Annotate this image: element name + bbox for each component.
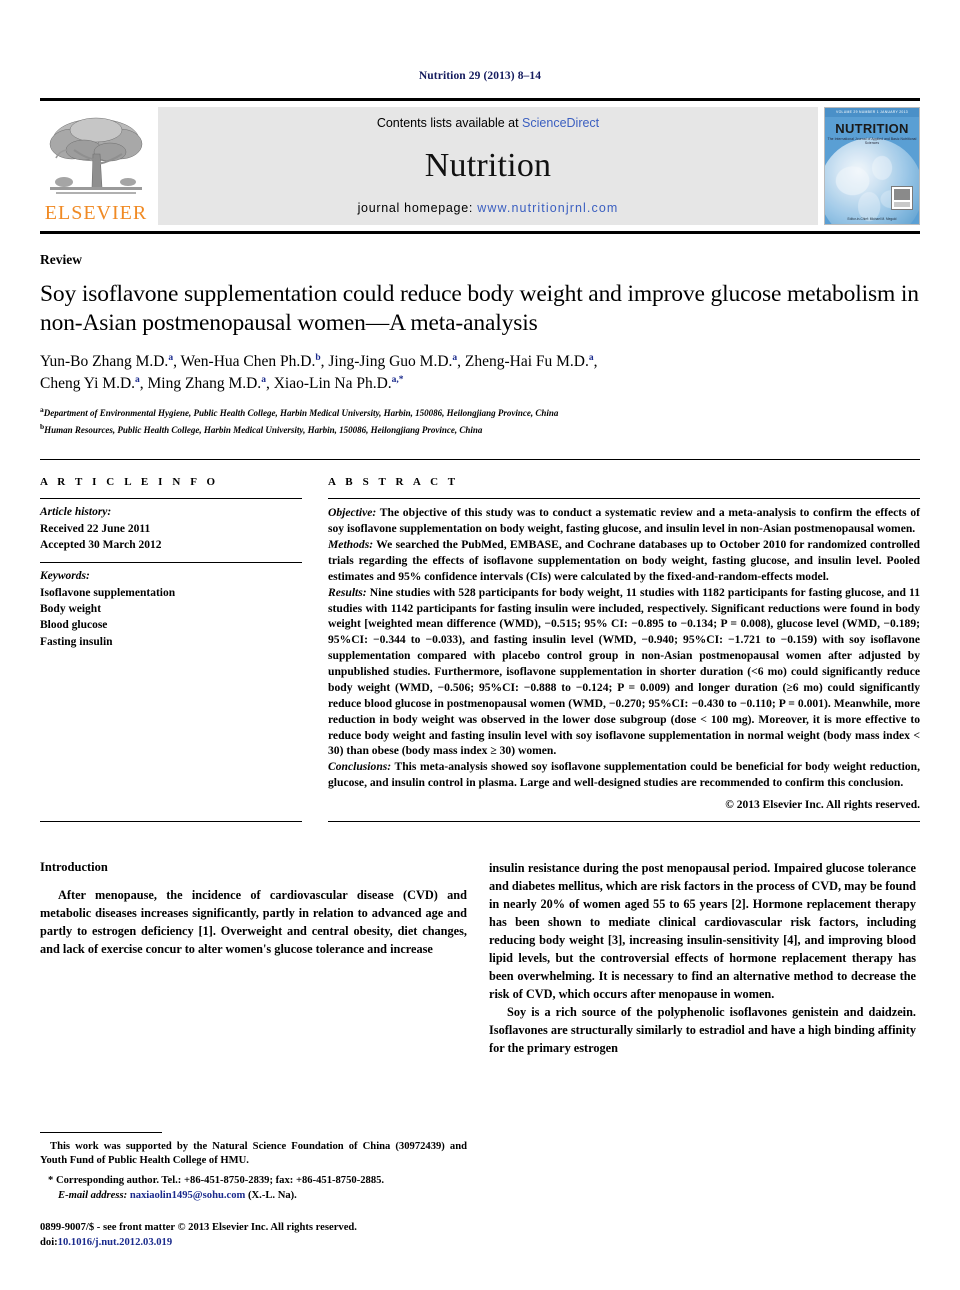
abstract-conclusions-text: This meta-analysis showed soy isoflavone…	[328, 760, 920, 790]
introduction-paragraph-right-1: insulin resistance during the post menop…	[489, 861, 916, 1001]
introduction-paragraph-right-2: Soy is a rich source of the polyphenolic…	[489, 1004, 916, 1055]
article-received-date: Received 22 June 2011	[40, 522, 151, 535]
abstract-conclusions-label: Conclusions:	[328, 760, 392, 774]
keyword-item: Fasting insulin	[40, 635, 113, 648]
journal-masthead: ELSEVIER Contents lists available at Sci…	[40, 98, 920, 234]
band-rule-left	[40, 821, 302, 823]
abstract-methods-text: We searched the PubMed, EMBASE, and Coch…	[328, 538, 920, 583]
band-bottom-rules	[40, 821, 920, 823]
footnote-divider	[40, 1131, 162, 1133]
email-link[interactable]: naxiaolin1495@sohu.com	[130, 1190, 246, 1201]
keywords-label: Keywords:	[40, 570, 90, 583]
contents-prefix: Contents lists available at	[376, 116, 523, 130]
abstract-results-label: Results:	[328, 585, 367, 599]
abstract-results-text: Nine studies with 528 participants for b…	[328, 585, 920, 758]
issn-front-matter: 0899-9007/$ - see front matter © 2013 El…	[40, 1221, 357, 1233]
issn-doi-block: 0899-9007/$ - see front matter © 2013 El…	[40, 1220, 467, 1250]
journal-cover-thumbnail: VOLUME 29 NUMBER 1 JANUARY 2013 NUTRITIO…	[824, 107, 920, 225]
elsevier-logo: ELSEVIER	[40, 107, 152, 225]
abstract-methods-label: Methods:	[328, 538, 374, 552]
homepage-prefix: journal homepage:	[357, 201, 478, 215]
funding-note: This work was supported by the Natural S…	[40, 1140, 467, 1167]
abstract-objective-label: Objective:	[328, 506, 377, 520]
author-list: Yun-Bo Zhang M.D.a, Wen-Hua Chen Ph.D.b,…	[40, 351, 920, 395]
introduction-heading: Introduction	[40, 860, 108, 875]
abstract-objective-text: The objective of this study was to condu…	[328, 506, 920, 536]
keyword-item: Isoflavone supplementation	[40, 586, 176, 599]
introduction-paragraph-left: After menopause, the incidence of cardio…	[40, 888, 467, 956]
affiliation-b-text: Human Resources, Public Health College, …	[44, 424, 483, 435]
affiliation-a: aDepartment of Environmental Hygiene, Pu…	[40, 404, 920, 421]
article-history-block: Article history: Received 22 June 2011 A…	[40, 499, 302, 562]
keyword-item: Blood glucose	[40, 619, 108, 632]
cover-journal-title: NUTRITION	[835, 121, 909, 136]
body-columns: Introduction After menopause, the incide…	[40, 860, 920, 1057]
paper-page: Nutrition 29 (2013) 8–14 ELSEVIER Conten…	[0, 0, 960, 1290]
abstract-column: A B S T R A C T Objective: The objective…	[328, 476, 920, 811]
article-info-column: A R T I C L E I N F O Article history: R…	[40, 476, 302, 811]
affiliation-a-text: Department of Environmental Hygiene, Pub…	[43, 408, 559, 419]
email-suffix: (X.-L. Na).	[245, 1190, 297, 1202]
journal-homepage-link[interactable]: www.nutritionjrnl.com	[477, 201, 618, 215]
keyword-item: Body weight	[40, 602, 102, 615]
abstract-objective: Objective: The objective of this study w…	[328, 505, 920, 537]
abstract-body: Objective: The objective of this study w…	[328, 499, 920, 791]
cover-elsevier-badge-icon	[891, 186, 913, 210]
cover-volume-strip: VOLUME 29 NUMBER 1 JANUARY 2013	[825, 108, 919, 117]
abstract-heading: A B S T R A C T	[328, 476, 459, 489]
article-section-type: Review	[40, 252, 82, 267]
email-label: E-mail address:	[58, 1190, 128, 1202]
masthead-center-panel: Contents lists available at ScienceDirec…	[158, 107, 818, 225]
author-line-1: Yun-Bo Zhang M.D.a, Wen-Hua Chen Ph.D.b,…	[40, 353, 598, 371]
elsevier-tree-icon	[49, 117, 143, 194]
doi-link[interactable]: 10.1016/j.nut.2012.03.019	[58, 1237, 172, 1248]
affiliation-b: bHuman Resources, Public Health College,…	[40, 421, 920, 438]
abstract-methods: Methods: We searched the PubMed, EMBASE,…	[328, 537, 920, 585]
keywords-block: Keywords: Isoflavone supplementation Bod…	[40, 563, 302, 659]
affiliation-list: aDepartment of Environmental Hygiene, Pu…	[40, 404, 920, 437]
contents-available-line: Contents lists available at ScienceDirec…	[377, 116, 599, 130]
sciencedirect-link[interactable]: ScienceDirect	[522, 116, 599, 130]
article-info-heading: A R T I C L E I N F O	[40, 476, 219, 489]
abstract-results: Results: Nine studies with 528 participa…	[328, 585, 920, 760]
doi-label: doi:	[40, 1236, 58, 1248]
corresponding-author-note: * Corresponding author. Tel.: +86-451-87…	[48, 1175, 385, 1187]
cover-footer-text: Editor-in-Chief: Michael M. Meguid	[847, 217, 897, 221]
email-note: E-mail address: naxiaolin1495@sohu.com (…	[40, 1189, 467, 1204]
doi-line: doi:10.1016/j.nut.2012.03.019	[40, 1235, 467, 1250]
abstract-copyright: © 2013 Elsevier Inc. All rights reserved…	[725, 799, 920, 812]
elsevier-wordmark: ELSEVIER	[44, 202, 148, 224]
article-history-label: Article history:	[40, 506, 112, 519]
globe-illustration	[825, 138, 919, 224]
journal-homepage-line: journal homepage: www.nutritionjrnl.com	[358, 201, 619, 215]
running-head: Nutrition 29 (2013) 8–14	[418, 70, 542, 82]
page-title: Soy isoflavone supplementation could red…	[40, 281, 919, 336]
article-info-abstract-band: A R T I C L E I N F O Article history: R…	[40, 459, 920, 811]
author-line-2: Cheng Yi M.D.a, Ming Zhang M.D.a, Xiao-L…	[40, 375, 404, 393]
abstract-conclusions: Conclusions: This meta-analysis showed s…	[328, 759, 920, 791]
article-accepted-date: Accepted 30 March 2012	[40, 538, 162, 551]
journal-title: Nutrition	[424, 146, 552, 184]
cover-journal-subtitle: The International Journal of Applied and…	[827, 137, 917, 145]
band-rule-right	[328, 821, 920, 823]
body-column-right: insulin resistance during the post menop…	[489, 860, 916, 1057]
footnote-block: This work was supported by the Natural S…	[40, 1131, 467, 1250]
body-column-left: Introduction After menopause, the incide…	[40, 860, 467, 1057]
